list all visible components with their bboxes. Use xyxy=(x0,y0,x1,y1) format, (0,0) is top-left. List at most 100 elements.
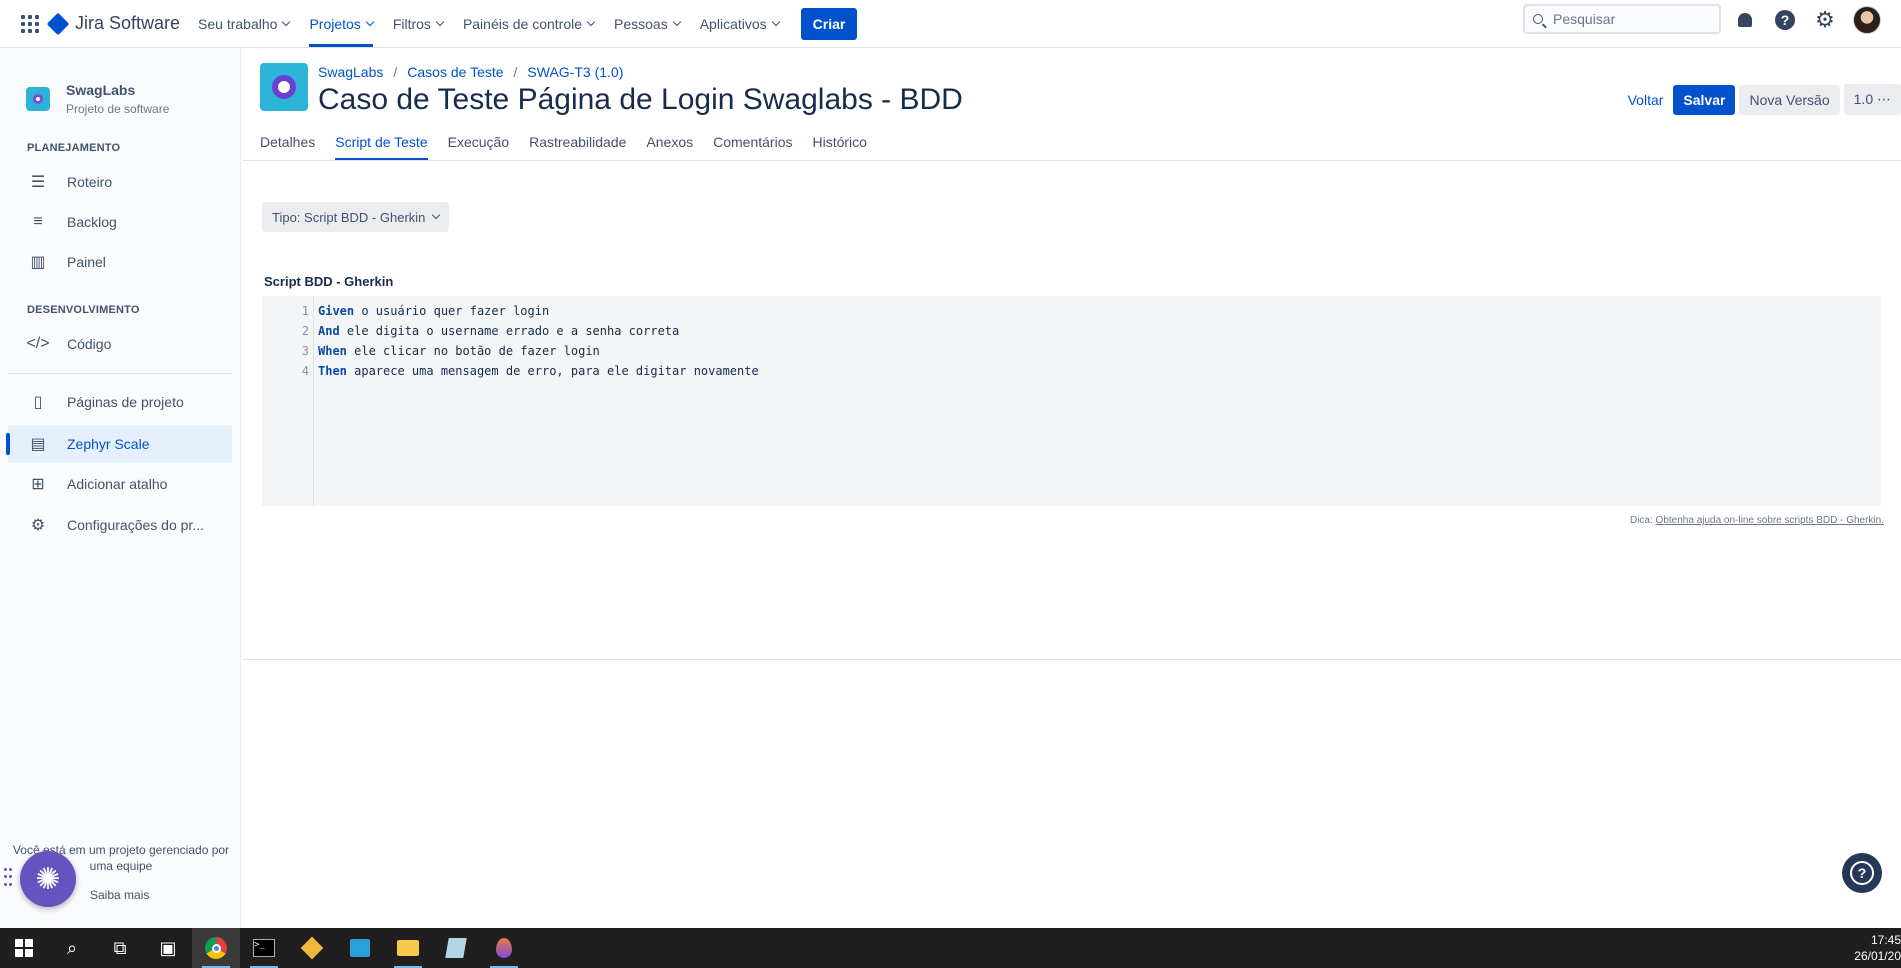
sidebar-item-configuracoes[interactable]: ⚙ Configurações do pr... xyxy=(8,506,232,544)
help-button[interactable]: ? xyxy=(1842,853,1882,893)
line-number: 2 xyxy=(301,324,309,338)
chevron-down-icon xyxy=(432,210,441,220)
save-button[interactable]: Salvar xyxy=(1673,84,1736,115)
nav-projetos[interactable]: Projetos xyxy=(309,16,375,47)
file-explorer-icon[interactable] xyxy=(384,928,432,968)
breadcrumb-test-key[interactable]: SWAG-T3 (1.0) xyxy=(527,64,623,80)
paint-icon[interactable] xyxy=(480,928,528,968)
line-number: 3 xyxy=(301,344,309,358)
header-actions: Voltar Salvar Nova Versão 1.0 ⋯ xyxy=(1628,84,1901,115)
project-avatar xyxy=(26,87,50,111)
sidebar: SwagLabs Projeto de software PLANEJAMENT… xyxy=(0,48,241,928)
chevron-down-icon xyxy=(282,17,291,26)
search-placeholder: Pesquisar xyxy=(1553,11,1616,27)
create-button[interactable]: Criar xyxy=(800,7,858,40)
script-label: Script BDD - Gherkin xyxy=(264,274,394,289)
page-title[interactable]: Caso de Teste Página de Login Swaglabs -… xyxy=(318,83,963,117)
jira-logo[interactable]: Jira Software xyxy=(46,12,181,35)
tab-script-de-teste[interactable]: Script de Teste xyxy=(335,134,428,160)
chevron-down-icon xyxy=(365,17,375,26)
outlook-icon[interactable] xyxy=(336,928,384,968)
version-menu-button[interactable]: 1.0 ⋯ xyxy=(1843,84,1901,115)
breadcrumb-test-cases[interactable]: Casos de Teste xyxy=(407,64,503,80)
tabs: Detalhes Script de Teste Execução Rastre… xyxy=(260,134,887,160)
git-icon[interactable] xyxy=(288,928,336,968)
script-line[interactable]: And ele digita o username errado e a sen… xyxy=(318,324,679,338)
tabs-divider xyxy=(242,160,1901,161)
nav-paineis[interactable]: Painéis de controle xyxy=(463,16,596,32)
tab-rastreabilidade[interactable]: Rastreabilidade xyxy=(529,134,626,160)
settings-icon[interactable]: ⚙ xyxy=(1813,8,1837,32)
section-dev: DESENVOLVIMENTO xyxy=(27,304,140,316)
add-shortcut-icon: ⊞ xyxy=(31,476,45,493)
new-version-button[interactable]: Nova Versão xyxy=(1739,84,1840,115)
chevron-down-icon xyxy=(586,17,596,26)
content-divider xyxy=(242,659,1901,660)
assistant-fab-icon[interactable]: ✺ xyxy=(20,851,76,907)
roadmap-icon: ☰ xyxy=(30,174,46,191)
tab-comentarios[interactable]: Comentários xyxy=(713,134,792,160)
terminal-icon[interactable]: >_ xyxy=(240,928,288,968)
project-header[interactable]: SwagLabs Projeto de software xyxy=(26,82,169,116)
user-avatar[interactable] xyxy=(1853,6,1881,34)
sidebar-item-roteiro[interactable]: ☰ Roteiro xyxy=(8,163,232,201)
store-icon[interactable]: ▣ xyxy=(144,928,192,968)
script-line[interactable]: Then aparece uma mensagem de erro, para … xyxy=(318,364,759,378)
nav-filtros[interactable]: Filtros xyxy=(393,16,445,32)
script-type-select[interactable]: Tipo: Script BDD - Gherkin xyxy=(262,202,450,232)
backlog-icon: ≡ xyxy=(33,213,43,230)
back-button[interactable]: Voltar xyxy=(1628,92,1664,108)
app-switcher-icon[interactable] xyxy=(14,8,46,40)
chevron-down-icon xyxy=(771,17,780,26)
notepad-icon[interactable] xyxy=(432,928,480,968)
code-icon: </> xyxy=(26,335,50,352)
nav-aplicativos[interactable]: Aplicativos xyxy=(700,16,780,32)
section-planning: PLANEJAMENTO xyxy=(27,142,121,154)
sidebar-item-painel[interactable]: ▥ Painel xyxy=(8,243,232,281)
notifications-icon[interactable] xyxy=(1733,8,1757,32)
script-line[interactable]: Given o usuário quer fazer login xyxy=(318,304,549,318)
nav-pessoas[interactable]: Pessoas xyxy=(614,16,681,32)
sidebar-item-paginas[interactable]: ▯ Páginas de projeto xyxy=(8,383,232,421)
task-view-icon[interactable]: ⧉ xyxy=(96,928,144,968)
tab-execucao[interactable]: Execução xyxy=(448,134,509,160)
tab-historico[interactable]: Histórico xyxy=(812,134,866,160)
breadcrumb-project[interactable]: SwagLabs xyxy=(318,64,383,80)
taskbar-search-icon[interactable]: ⌕ xyxy=(48,928,96,968)
tab-detalhes[interactable]: Detalhes xyxy=(260,134,315,160)
sidebar-item-backlog[interactable]: ≡ Backlog xyxy=(8,203,232,241)
zephyr-icon: ▤ xyxy=(30,436,46,453)
learn-more-link[interactable]: Saiba mais xyxy=(90,888,149,902)
search-icon xyxy=(1533,14,1543,24)
project-logo xyxy=(260,63,308,111)
line-number: 4 xyxy=(301,364,309,378)
chevron-down-icon xyxy=(435,17,445,26)
project-name: SwagLabs xyxy=(66,82,136,98)
help-icon: ? xyxy=(1850,861,1874,885)
breadcrumb: SwagLabs / Casos de Teste / SWAG-T3 (1.0… xyxy=(318,64,624,80)
top-navigation: Jira Software Seu trabalho Projetos Filt… xyxy=(0,0,1901,48)
bdd-hint: Dica: Obtenha ajuda on-line sobre script… xyxy=(1629,515,1884,526)
chrome-icon[interactable] xyxy=(192,928,240,968)
windows-start-icon[interactable] xyxy=(0,928,48,968)
pages-icon: ▯ xyxy=(33,394,43,411)
bdd-help-link[interactable]: Obtenha ajuda on-line sobre scripts BDD … xyxy=(1656,515,1884,526)
app-name: Jira Software xyxy=(75,13,181,33)
settings-icon: ⚙ xyxy=(30,517,46,534)
jira-diamond-icon xyxy=(46,12,70,35)
sidebar-item-codigo[interactable]: </> Código xyxy=(8,325,232,363)
script-line[interactable]: When ele clicar no botão de fazer login xyxy=(318,344,600,358)
sidebar-item-adicionar-atalho[interactable]: ⊞ Adicionar atalho xyxy=(8,465,232,503)
sidebar-item-zephyr[interactable]: ▤ Zephyr Scale xyxy=(6,425,232,463)
drag-handle-icon[interactable] xyxy=(4,868,12,888)
search-input[interactable]: Pesquisar xyxy=(1523,4,1721,34)
tab-anexos[interactable]: Anexos xyxy=(646,134,693,160)
line-number-gutter: 1 2 3 4 xyxy=(262,296,314,506)
help-icon[interactable]: ? xyxy=(1773,8,1797,32)
board-icon: ▥ xyxy=(30,254,46,271)
script-editor[interactable]: 1 2 3 4 Given o usuário quer fazer login… xyxy=(262,296,1881,506)
sidebar-divider xyxy=(8,373,232,374)
nav-seu-trabalho[interactable]: Seu trabalho xyxy=(198,16,291,32)
line-number: 1 xyxy=(301,304,309,318)
system-clock[interactable]: 17:45 26/01/20 xyxy=(1854,928,1901,968)
